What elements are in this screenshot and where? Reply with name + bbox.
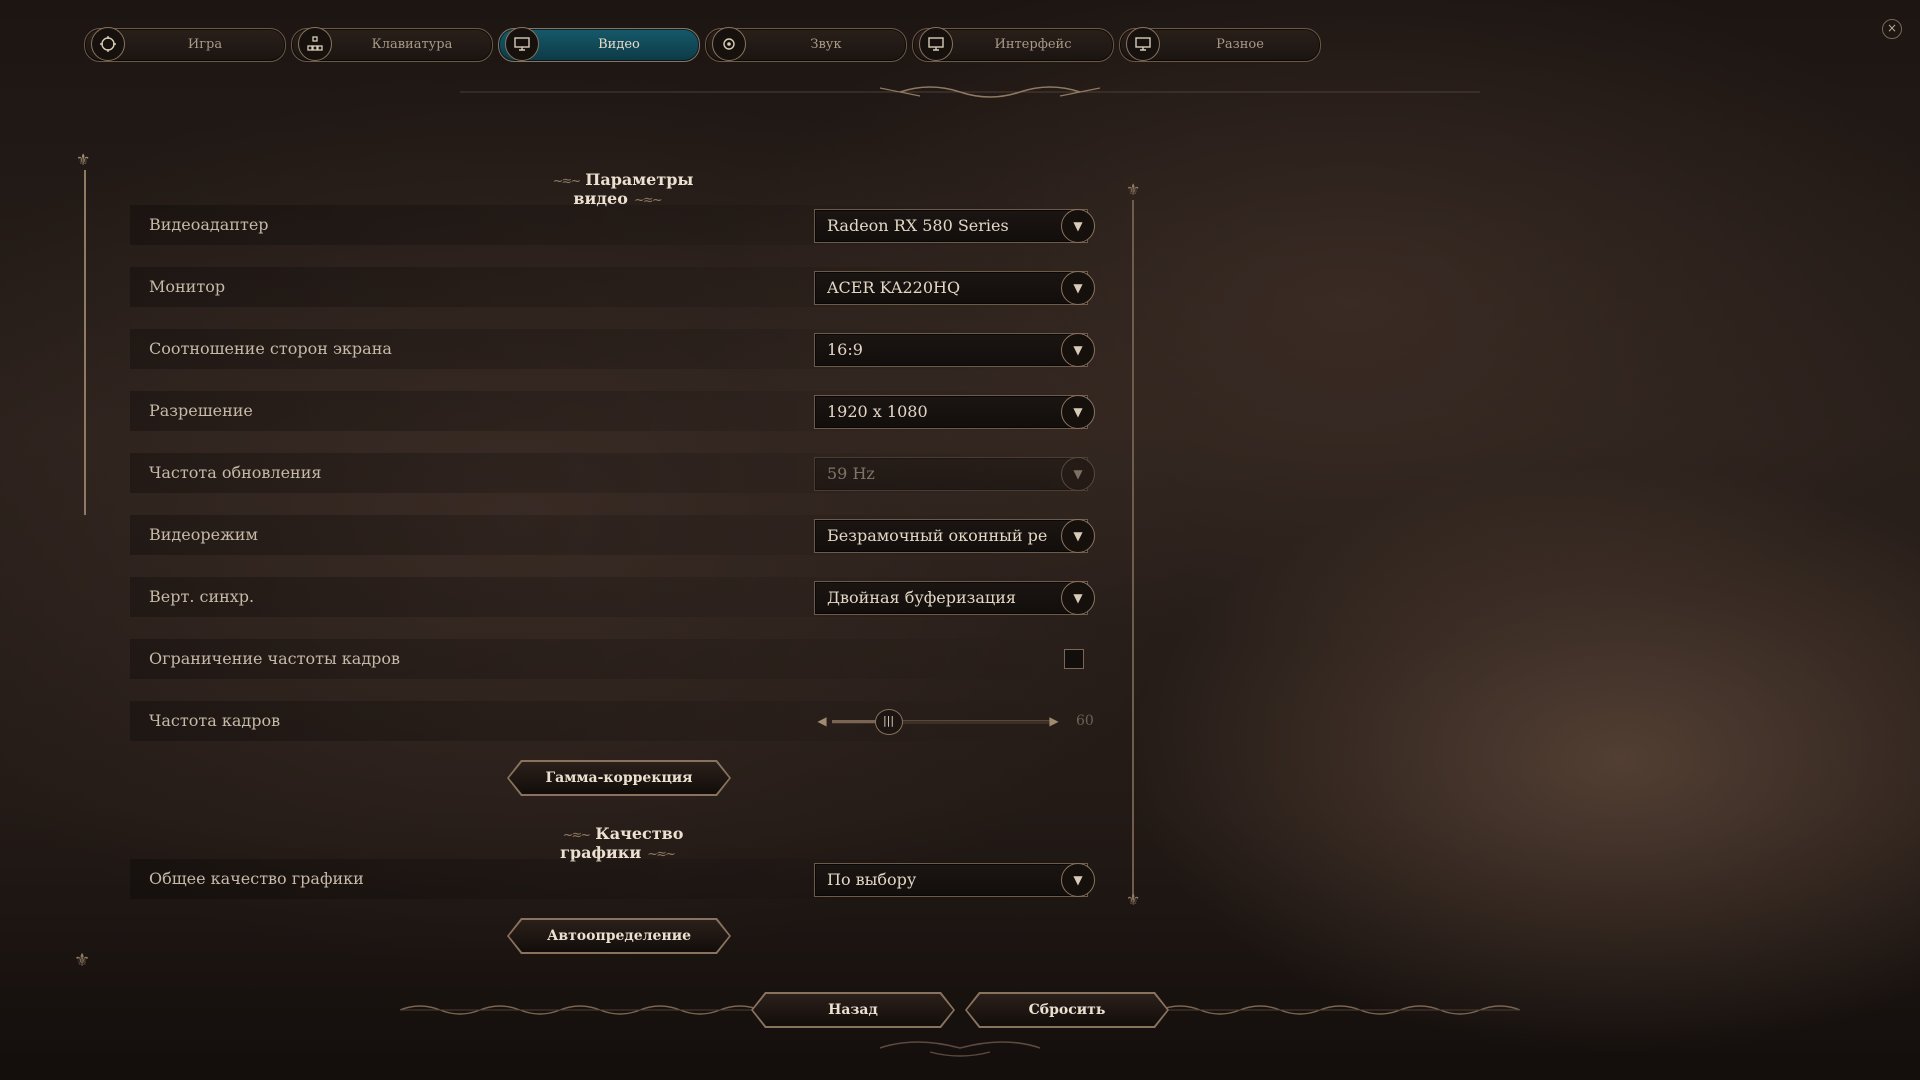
setting-row-monitor: Монитор ACER KA220HQ ▼: [130, 265, 1095, 307]
setting-row-video-mode: Видеорежим Безрамочный оконный режим ▼: [130, 513, 1095, 555]
dropdown-value: По выбору: [827, 870, 917, 889]
fps-slider[interactable]: ◀ ||| ▶ 60: [814, 709, 1104, 735]
autodetect-button[interactable]: Автоопределение: [507, 918, 731, 954]
scroll-track: [84, 170, 86, 515]
video-mode-dropdown[interactable]: Безрамочный оконный режим ▼: [814, 519, 1095, 553]
bottom-flourish-ornament: [879, 1041, 1041, 1057]
tab-label: Игра: [187, 37, 223, 52]
top-divider-ornament: [460, 86, 1480, 98]
setting-label: Видеорежим: [149, 525, 258, 544]
chevron-down-icon[interactable]: ▼: [1061, 209, 1095, 243]
tab-label: Видео: [598, 37, 640, 52]
setting-label: Ограничение частоты кадров: [149, 649, 401, 668]
game-settings-icon: [91, 27, 125, 61]
gamma-button[interactable]: Гамма-коррекция: [507, 760, 731, 796]
scroll-top-ornament-icon: ⚜: [76, 150, 91, 169]
ornament-left-icon: ~≈~: [562, 828, 592, 843]
button-label: Назад: [753, 994, 953, 1026]
dropdown-value: Двойная буферизация: [827, 588, 1016, 607]
dropdown-value: 1920 x 1080: [827, 402, 928, 421]
setting-row-fps: Частота кадров ◀ ||| ▶ 60: [130, 699, 1095, 741]
setting-label: Соотношение сторон экрана: [149, 339, 392, 358]
setting-row-refresh: Частота обновления 59 Hz ▼: [130, 451, 1095, 493]
chevron-down-icon[interactable]: ▼: [1061, 333, 1095, 367]
chevron-left-icon[interactable]: ◀: [814, 709, 830, 733]
tab-video[interactable]: Видео: [498, 27, 700, 62]
setting-label: Частота кадров: [149, 711, 281, 730]
monitor-dropdown[interactable]: ACER KA220HQ ▼: [814, 271, 1095, 305]
tab-label: Клавиатура: [371, 37, 453, 52]
button-label: Сбросить: [967, 994, 1167, 1026]
slider-thumb[interactable]: |||: [874, 709, 903, 735]
adapter-dropdown[interactable]: Radeon RX 580 Series ▼: [814, 209, 1095, 243]
chevron-down-icon[interactable]: ▼: [1061, 581, 1095, 615]
overall-quality-dropdown[interactable]: По выбору ▼: [814, 863, 1095, 897]
button-label: Гамма-коррекция: [509, 762, 729, 794]
tab-keyboard[interactable]: Клавиатура: [291, 27, 493, 62]
close-icon[interactable]: ×: [1882, 19, 1902, 39]
tab-label: Разное: [1216, 37, 1264, 52]
tab-label: Звук: [810, 37, 842, 52]
tab-game[interactable]: Игра: [84, 27, 286, 62]
setting-row-overall-quality: Общее качество графики По выбору ▼: [130, 857, 1095, 899]
dropdown-value: Безрамочный оконный режим: [827, 526, 1047, 545]
scroll-bottom-ornament-icon: ⚜: [74, 950, 91, 971]
reset-button[interactable]: Сбросить: [965, 992, 1169, 1028]
ornament-left-icon: ~≈~: [552, 174, 582, 189]
tab-interface[interactable]: Интерфейс: [912, 27, 1114, 62]
speaker-icon: [712, 27, 746, 61]
setting-label: Верт. синхр.: [149, 587, 255, 606]
chevron-down-icon: ▼: [1061, 457, 1095, 491]
dropdown-value: Radeon RX 580 Series: [827, 216, 1009, 235]
setting-row-resolution: Разрешение 1920 x 1080 ▼: [130, 389, 1095, 431]
fps-limit-checkbox[interactable]: [1064, 649, 1084, 669]
panel-scroll-track: [1132, 200, 1134, 900]
chevron-down-icon[interactable]: ▼: [1061, 395, 1095, 429]
panel-scrollbar[interactable]: ⚜ ⚜: [1126, 180, 1140, 920]
setting-row-fps-limit: Ограничение частоты кадров: [130, 637, 1095, 679]
dropdown-value: 16:9: [827, 340, 863, 359]
setting-row-adapter: Видеоадаптер Radeon RX 580 Series ▼: [130, 203, 1095, 245]
bottom-divider-ornament: [400, 1005, 1520, 1015]
setting-label: Частота обновления: [149, 463, 322, 482]
setting-row-vsync: Верт. синхр. Двойная буферизация ▼: [130, 575, 1095, 617]
aspect-ratio-dropdown[interactable]: 16:9 ▼: [814, 333, 1095, 367]
panel-scroll-top-icon: ⚜: [1126, 180, 1141, 199]
misc-icon: [1126, 27, 1160, 61]
button-label: Автоопределение: [509, 920, 729, 952]
chevron-down-icon[interactable]: ▼: [1061, 271, 1095, 305]
chevron-down-icon[interactable]: ▼: [1061, 863, 1095, 897]
setting-label: Разрешение: [149, 401, 253, 420]
resolution-dropdown[interactable]: 1920 x 1080 ▼: [814, 395, 1095, 429]
setting-label: Видеоадаптер: [149, 215, 269, 234]
refresh-rate-dropdown: 59 Hz ▼: [814, 457, 1095, 491]
setting-label: Общее качество графики: [149, 869, 364, 888]
dropdown-value: 59 Hz: [827, 464, 875, 483]
back-button[interactable]: Назад: [751, 992, 955, 1028]
panel-scroll-bottom-icon: ⚜: [1126, 890, 1141, 909]
interface-icon: [919, 27, 953, 61]
tab-misc[interactable]: Разное: [1119, 27, 1321, 62]
setting-label: Монитор: [149, 277, 226, 296]
dropdown-value: ACER KA220HQ: [827, 278, 961, 297]
page-scrollbar[interactable]: ⚜: [76, 150, 90, 520]
vsync-dropdown[interactable]: Двойная буферизация ▼: [814, 581, 1095, 615]
keyboard-icon: [298, 27, 332, 61]
tab-sound[interactable]: Звук: [705, 27, 907, 62]
tab-label: Интерфейс: [994, 37, 1072, 52]
chevron-down-icon[interactable]: ▼: [1061, 519, 1095, 553]
monitor-icon: [505, 27, 539, 61]
slider-value: 60: [1076, 713, 1094, 729]
setting-row-aspect: Соотношение сторон экрана 16:9 ▼: [130, 327, 1095, 369]
chevron-right-icon[interactable]: ▶: [1046, 709, 1062, 733]
